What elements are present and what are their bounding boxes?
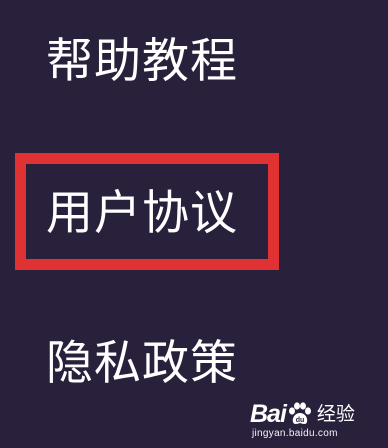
menu-item-user-agreement[interactable]: 用户协议 [46,190,238,237]
watermark-jingyan-text: 经验 [316,403,355,425]
svg-text:du: du [296,417,305,424]
watermark-url: jingyan.baidu.com [252,428,338,439]
baidu-paw-icon: du [287,402,313,426]
menu-item-help-tutorial[interactable]: 帮助教程 [46,38,238,85]
watermark-brand-text: Bai [250,399,287,428]
menu-item-privacy-policy[interactable]: 隐私政策 [46,340,238,387]
baidu-jingyan-watermark: Bai du 经验 jingyan.baidu.com [250,400,382,444]
